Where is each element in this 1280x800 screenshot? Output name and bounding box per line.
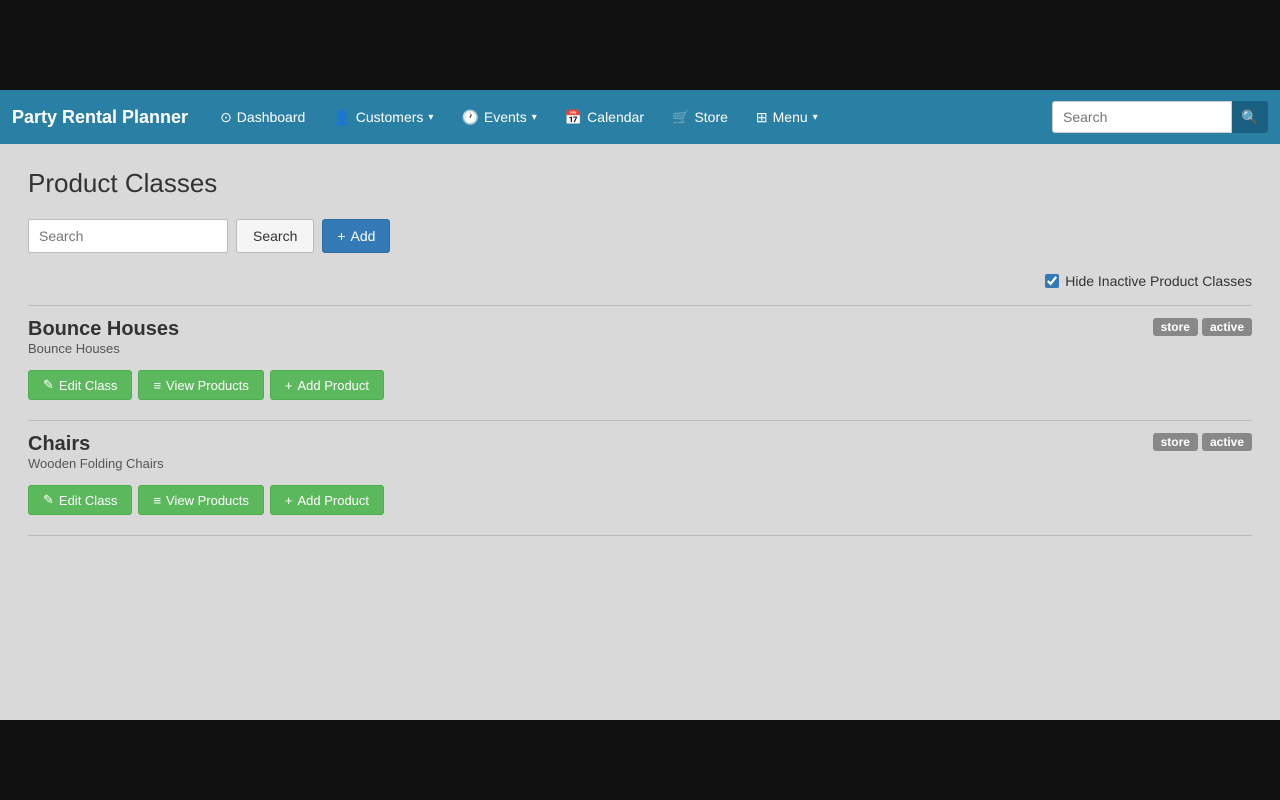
page-title: Product Classes bbox=[28, 168, 1252, 199]
chairs-left: Chairs Wooden Folding Chairs bbox=[28, 433, 164, 481]
chairs-list-icon: ≡ bbox=[153, 493, 161, 508]
calendar-icon: 📅 bbox=[565, 109, 582, 126]
dashboard-icon: ⊙ bbox=[220, 109, 232, 126]
product-class-chairs: Chairs Wooden Folding Chairs store activ… bbox=[28, 433, 1252, 535]
top-black-bar bbox=[0, 0, 1280, 90]
bounce-houses-header: Bounce Houses Bounce Houses store active bbox=[28, 318, 1252, 366]
nav-label-menu: Menu bbox=[773, 109, 808, 125]
nav-item-menu[interactable]: ⊞ Menu ▾ bbox=[744, 103, 830, 132]
bounce-houses-add-product-button[interactable]: + Add Product bbox=[270, 370, 384, 400]
bounce-houses-name: Bounce Houses bbox=[28, 318, 179, 341]
search-row: Search + Add bbox=[28, 219, 1252, 253]
hide-inactive-checkbox[interactable] bbox=[1045, 274, 1059, 288]
menu-caret-icon: ▾ bbox=[813, 112, 818, 123]
hide-inactive-label: Hide Inactive Product Classes bbox=[1065, 273, 1252, 289]
chairs-name: Chairs bbox=[28, 433, 164, 456]
bounce-houses-view-button[interactable]: ≡ View Products bbox=[138, 370, 263, 400]
bounce-houses-active-badge: active bbox=[1202, 318, 1252, 336]
chairs-edit-button[interactable]: ✎ Edit Class bbox=[28, 485, 132, 515]
view-label: View Products bbox=[166, 378, 249, 393]
nav-label-events: Events bbox=[484, 109, 527, 125]
chairs-edit-label: Edit Class bbox=[59, 493, 118, 508]
events-icon: 🕐 bbox=[461, 109, 478, 126]
bounce-houses-store-badge: store bbox=[1153, 318, 1198, 336]
customers-caret-icon: ▾ bbox=[428, 112, 433, 123]
divider-3 bbox=[28, 535, 1252, 536]
chairs-add-icon: + bbox=[285, 493, 293, 508]
chairs-active-badge: active bbox=[1202, 433, 1252, 451]
nav-label-calendar: Calendar bbox=[587, 109, 644, 125]
filter-row: Hide Inactive Product Classes bbox=[28, 273, 1252, 289]
nav-label-customers: Customers bbox=[356, 109, 424, 125]
bottom-black-bar bbox=[0, 720, 1280, 800]
navbar-brand: Party Rental Planner bbox=[12, 107, 188, 128]
chairs-header: Chairs Wooden Folding Chairs store activ… bbox=[28, 433, 1252, 481]
divider-2 bbox=[28, 420, 1252, 421]
bounce-houses-badges: store active bbox=[1153, 318, 1252, 336]
bounce-houses-edit-button[interactable]: ✎ Edit Class bbox=[28, 370, 132, 400]
bounce-houses-left: Bounce Houses Bounce Houses bbox=[28, 318, 179, 366]
main-content: Product Classes Search + Add Hide Inacti… bbox=[0, 144, 1280, 720]
customers-icon: 👤 bbox=[333, 109, 350, 126]
navbar-nav: ⊙ Dashboard 👤 Customers ▾ 🕐 Events ▾ 📅 C… bbox=[208, 103, 1052, 132]
chairs-store-badge: store bbox=[1153, 433, 1198, 451]
chairs-view-label: View Products bbox=[166, 493, 249, 508]
nav-item-events[interactable]: 🕐 Events ▾ bbox=[449, 103, 548, 132]
nav-item-store[interactable]: 🛒 Store bbox=[660, 103, 740, 132]
chairs-actions: ✎ Edit Class ≡ View Products + Add Produ… bbox=[28, 485, 1252, 515]
bounce-houses-desc: Bounce Houses bbox=[28, 341, 179, 356]
add-product-label: Add Product bbox=[297, 378, 369, 393]
nav-label-store: Store bbox=[694, 109, 727, 125]
chairs-desc: Wooden Folding Chairs bbox=[28, 456, 164, 471]
product-class-bounce-houses: Bounce Houses Bounce Houses store active… bbox=[28, 318, 1252, 420]
nav-label-dashboard: Dashboard bbox=[237, 109, 306, 125]
chairs-edit-icon: ✎ bbox=[43, 492, 54, 508]
add-product-icon: + bbox=[285, 378, 293, 393]
add-label: Add bbox=[351, 228, 376, 244]
nav-item-dashboard[interactable]: ⊙ Dashboard bbox=[208, 103, 317, 132]
navbar: Party Rental Planner ⊙ Dashboard 👤 Custo… bbox=[0, 90, 1280, 144]
nav-item-customers[interactable]: 👤 Customers ▾ bbox=[321, 103, 445, 132]
divider-1 bbox=[28, 305, 1252, 306]
chairs-add-product-label: Add Product bbox=[297, 493, 369, 508]
chairs-badges: store active bbox=[1153, 433, 1252, 451]
list-icon: ≡ bbox=[153, 378, 161, 393]
menu-icon: ⊞ bbox=[756, 109, 768, 126]
bounce-houses-actions: ✎ Edit Class ≡ View Products + Add Produ… bbox=[28, 370, 1252, 400]
chairs-add-product-button[interactable]: + Add Product bbox=[270, 485, 384, 515]
plus-icon: + bbox=[337, 228, 345, 244]
store-icon: 🛒 bbox=[672, 109, 689, 126]
navbar-search-input[interactable] bbox=[1052, 101, 1232, 133]
nav-item-calendar[interactable]: 📅 Calendar bbox=[553, 103, 656, 132]
chairs-view-button[interactable]: ≡ View Products bbox=[138, 485, 263, 515]
edit-icon: ✎ bbox=[43, 377, 54, 393]
edit-label: Edit Class bbox=[59, 378, 118, 393]
navbar-search: 🔍 bbox=[1052, 101, 1268, 133]
navbar-search-button[interactable]: 🔍 bbox=[1232, 101, 1268, 133]
events-caret-icon: ▾ bbox=[532, 112, 537, 123]
add-button[interactable]: + Add bbox=[322, 219, 390, 253]
search-button[interactable]: Search bbox=[236, 219, 314, 253]
search-input[interactable] bbox=[28, 219, 228, 253]
